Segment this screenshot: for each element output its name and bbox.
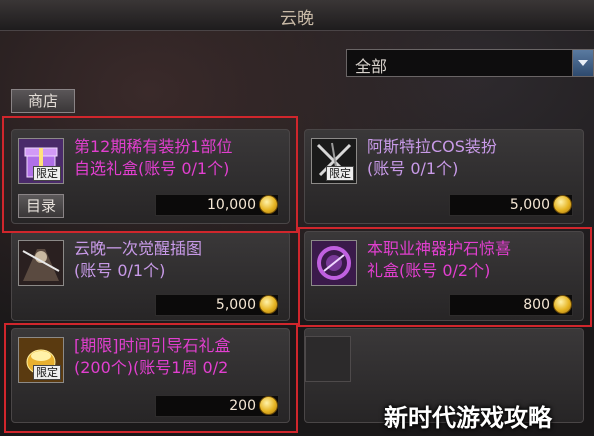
tab-shop[interactable]: 商店 xyxy=(11,89,75,113)
item-name: 云晚一次觉醒插图 (账号 0/1个) xyxy=(74,239,203,280)
item-price: 800 xyxy=(523,297,550,313)
swords-icon: 限定 xyxy=(311,138,357,184)
chevron-down-icon[interactable] xyxy=(572,50,593,76)
watermark: 新时代游戏攻略 xyxy=(384,404,552,432)
item-name: 本职业神器护石惊喜 礼盒(账号 0/2个) xyxy=(367,239,512,280)
item-name: 阿斯特拉COS装扮 (账号 0/1个) xyxy=(367,137,497,178)
gold-coin-icon xyxy=(259,295,278,314)
price-bar: 10,000 xyxy=(155,194,279,216)
catalog-button[interactable]: 目录 xyxy=(18,194,64,218)
illustration-icon xyxy=(18,240,64,286)
gold-coin-icon xyxy=(553,195,572,214)
empty-slot xyxy=(305,336,351,382)
gold-coin-icon xyxy=(553,295,572,314)
talisman-icon xyxy=(311,240,357,286)
item-name: 第12期稀有装扮1部位 自选礼盒(账号 0/1个) xyxy=(74,137,233,178)
limited-badge: 限定 xyxy=(33,365,61,380)
limited-badge: 限定 xyxy=(33,166,61,181)
gold-coin-icon xyxy=(259,195,278,214)
shop-item-card[interactable]: 云晚一次觉醒插图 (账号 0/1个) 5,000 xyxy=(11,231,290,321)
gold-coin-icon xyxy=(259,396,278,415)
dropdown-value: 全部 xyxy=(355,57,388,76)
item-price: 5,000 xyxy=(509,197,550,213)
item-price: 5,000 xyxy=(215,297,256,313)
item-price: 200 xyxy=(229,398,256,414)
shop-item-card[interactable]: 限定 阿斯特拉COS装扮 (账号 0/1个) 5,000 xyxy=(304,129,584,224)
price-bar: 5,000 xyxy=(155,294,279,316)
price-bar: 5,000 xyxy=(449,194,573,216)
limited-badge: 限定 xyxy=(326,166,354,181)
category-dropdown[interactable]: 全部 xyxy=(346,49,594,77)
shop-item-card[interactable]: 限定 [期限]时间引导石礼盒 (200个)(账号1周 0/2 200 xyxy=(11,328,290,423)
price-bar: 800 xyxy=(449,294,573,316)
item-price: 10,000 xyxy=(207,197,256,213)
price-bar: 200 xyxy=(155,395,279,417)
shop-item-card[interactable]: 本职业神器护石惊喜 礼盒(账号 0/2个) 800 xyxy=(304,231,584,321)
guide-stone-icon: 限定 xyxy=(18,337,64,383)
item-name: [期限]时间引导石礼盒 (200个)(账号1周 0/2 xyxy=(74,336,231,377)
window-title: 云晚 xyxy=(280,9,314,29)
title-bar: 云晚 xyxy=(0,0,594,31)
gift-box-icon: 限定 xyxy=(18,138,64,184)
